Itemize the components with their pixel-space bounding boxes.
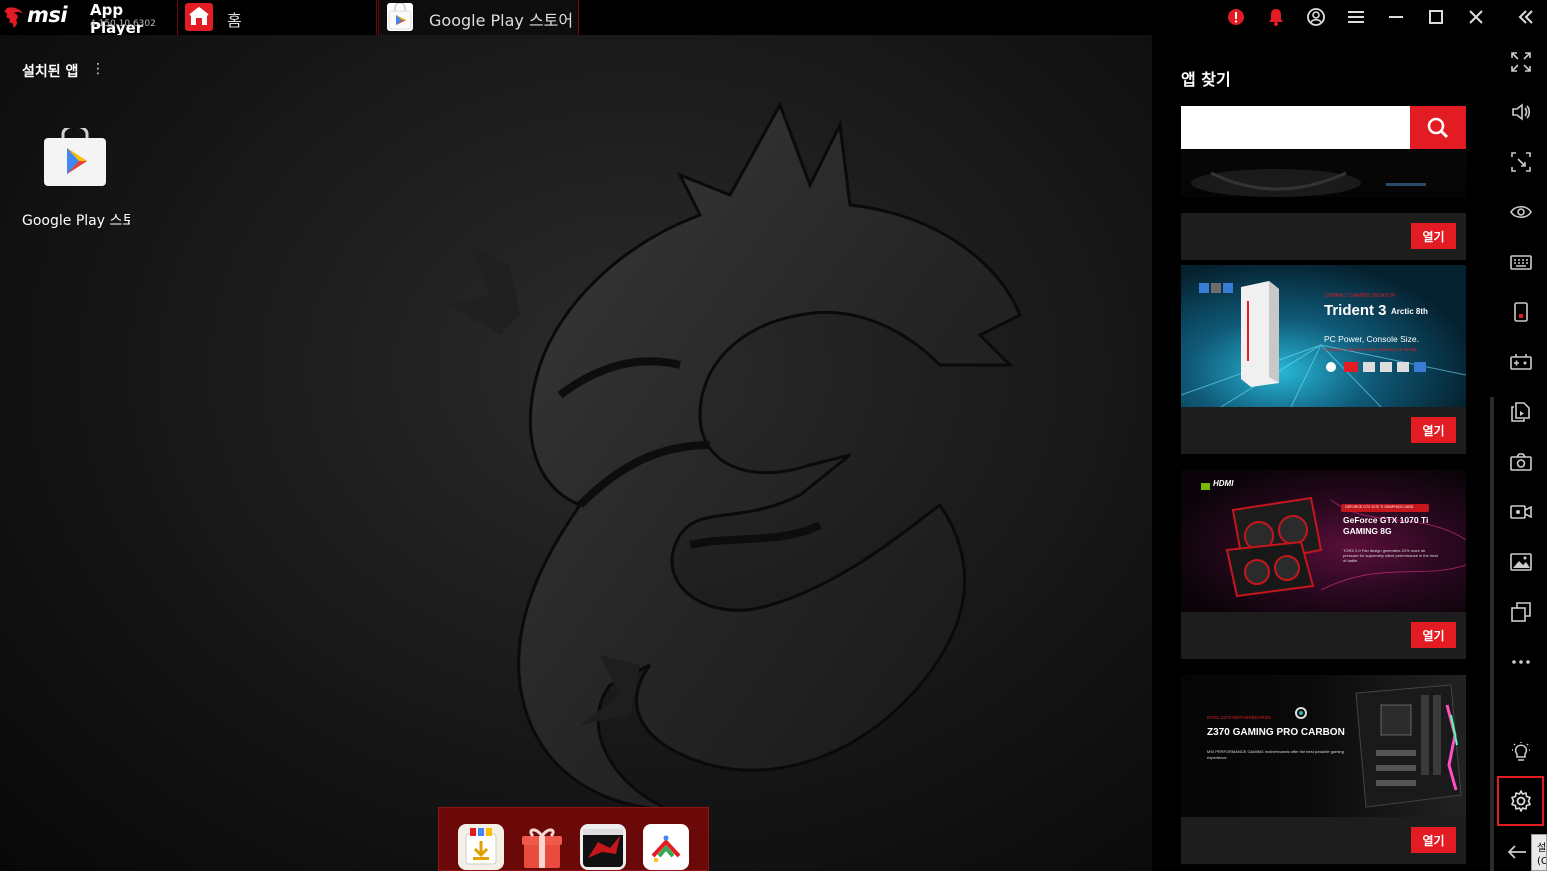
settings-tooltip-label: 설정	[1537, 843, 1547, 854]
install-apk-icon[interactable]	[1509, 400, 1533, 424]
phone-rotate-icon[interactable]	[1509, 300, 1533, 324]
promo-trident-tagline: PC Power, Console Size.	[1324, 334, 1419, 344]
promo-trident-subtitle: Arctic 8th	[1391, 307, 1428, 316]
brand-area: msi App Player 4.150.10.6302	[0, 0, 177, 37]
msi-dragon-wallpaper	[450, 101, 1022, 812]
maximize-icon[interactable]	[1424, 5, 1448, 29]
installed-apps-title: 설치된 앱	[22, 64, 79, 80]
promo-banner-gtx[interactable]: HDMI GEFORCE GTX 1070 TI GRAPHICS CARD G…	[1181, 470, 1466, 612]
tab-google-play-label: Google Play 스토어	[429, 11, 574, 30]
msi-wordmark: msi	[27, 3, 68, 27]
screen-capture-region-icon[interactable]	[1509, 150, 1533, 174]
promo-card-bar: 열기	[1181, 213, 1466, 260]
promo-trident-top-text: COMPACT GAMING DESKTOP	[1324, 293, 1396, 299]
app-version: 4.150.10.6302	[90, 19, 156, 29]
promo-z370-title: Z370 GAMING PRO CARBON	[1207, 727, 1345, 738]
promo-gtx-badge: GEFORCE GTX 1070 TI GRAPHICS CARD	[1345, 505, 1414, 509]
app-google-play[interactable]: Google Play 스토어	[18, 124, 133, 238]
search-button[interactable]	[1410, 106, 1466, 149]
multi-instance-icon[interactable]	[1509, 600, 1533, 624]
keyboard-icon[interactable]	[1509, 250, 1533, 274]
app-dock	[438, 807, 709, 871]
settings-icon[interactable]	[1509, 789, 1533, 813]
open-button[interactable]: 열기	[1411, 622, 1456, 648]
home-icon	[185, 3, 213, 31]
installed-apps-menu[interactable]: ⋮	[91, 61, 105, 77]
find-apps-panel: 앱 찾기 열기 COMPACT GAMING DESKTOP Trident 3…	[1152, 35, 1495, 871]
right-toolbar	[1495, 35, 1547, 871]
tab-home-label: 홈	[227, 11, 242, 30]
promo-z370-top-text: INTEL Z370 MOTHERBOARDS	[1207, 715, 1271, 720]
eye-icon[interactable]	[1509, 200, 1533, 224]
google-play-icon	[387, 2, 413, 31]
volume-icon[interactable]	[1509, 100, 1533, 124]
close-icon[interactable]	[1464, 5, 1488, 29]
search-icon	[1427, 117, 1449, 138]
more-icon[interactable]	[1509, 650, 1533, 674]
gamepad-icon[interactable]	[1509, 350, 1533, 374]
promo-gtx-desc: TORX 2.0 Fan design generates 22% more a…	[1343, 548, 1438, 563]
promo-banner-trident[interactable]: COMPACT GAMING DESKTOP Trident 3 Arctic …	[1181, 265, 1466, 407]
promo-trident-subtext: Compact | Ultimate Couch Gaming | 4K Rea…	[1324, 347, 1417, 352]
promo-card-bar: 열기	[1181, 407, 1466, 454]
alert-icon[interactable]	[1224, 5, 1248, 29]
promo-gtx-title: GeForce GTX 1070 Ti	[1343, 515, 1429, 525]
game-center-icon[interactable]	[643, 824, 689, 870]
title-bar: msi App Player 4.150.10.6302 홈 Google Pl…	[0, 0, 1547, 37]
promo-card-bar: 열기	[1181, 817, 1466, 864]
gift-icon[interactable]	[519, 824, 565, 870]
promo-trident-title: Trident 3	[1324, 302, 1387, 319]
msi-dragon-logo	[4, 7, 23, 28]
notification-bell-icon[interactable]	[1264, 5, 1288, 29]
media-gallery-icon[interactable]	[1509, 550, 1533, 574]
find-apps-title: 앱 찾기	[1181, 70, 1231, 89]
open-button[interactable]: 열기	[1411, 223, 1456, 249]
menu-icon[interactable]	[1344, 5, 1368, 29]
open-button[interactable]: 열기	[1411, 417, 1456, 443]
promo-gtx-subtitle: GAMING 8G	[1343, 526, 1392, 536]
open-button[interactable]: 열기	[1411, 827, 1456, 853]
tab-google-play[interactable]: Google Play 스토어	[378, 0, 579, 35]
tab-home[interactable]: 홈	[177, 0, 377, 35]
search-input[interactable]	[1181, 106, 1411, 149]
app-google-play-label: Google Play 스토어	[22, 213, 130, 229]
app-installer-icon[interactable]	[458, 824, 504, 870]
home-desktop: 설치된 앱 ⋮ Google Play 스토어	[0, 35, 1152, 871]
back-icon[interactable]	[1505, 840, 1529, 864]
google-play-icon	[43, 124, 107, 188]
minimize-icon[interactable]	[1384, 5, 1408, 29]
promo-banner-z370[interactable]: INTEL Z370 MOTHERBOARDS Z370 GAMING PRO …	[1181, 675, 1466, 817]
settings-tooltip-shortcut: (Ctrl+Shift+I)	[1537, 856, 1546, 867]
collapse-sidebar-icon[interactable]	[1514, 5, 1538, 29]
record-video-icon[interactable]	[1509, 500, 1533, 524]
fullscreen-icon[interactable]	[1509, 50, 1533, 74]
msi-game-icon[interactable]	[580, 824, 626, 870]
promo-card-list: 열기 COMPACT GAMING DESKTOP Trident 3 Arct…	[1181, 150, 1466, 871]
promo-gtx-hdmi: HDMI	[1213, 479, 1234, 488]
promo-z370-desc: MSI PERFORMANCE GAMING motherboards offe…	[1207, 749, 1344, 760]
brightness-icon[interactable]	[1509, 740, 1533, 764]
settings-tooltip: 설정 (Ctrl+Shift+I)	[1531, 834, 1547, 871]
account-icon[interactable]	[1304, 5, 1328, 29]
promo-banner-monitor[interactable]	[1181, 150, 1466, 197]
camera-icon[interactable]	[1509, 450, 1533, 474]
promo-card-bar: 열기	[1181, 612, 1466, 659]
scrollbar[interactable]	[1490, 397, 1494, 871]
